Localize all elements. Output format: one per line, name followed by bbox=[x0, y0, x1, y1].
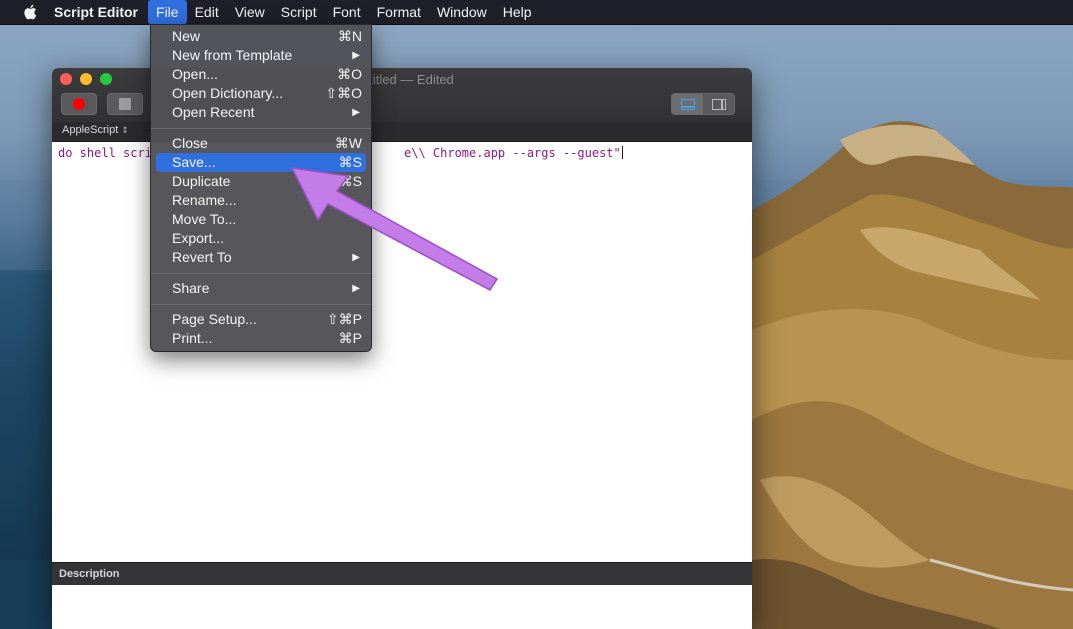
shortcut-label: ⌘O bbox=[337, 66, 362, 82]
apple-icon[interactable] bbox=[20, 4, 40, 20]
file-menu-dropdown: New ⌘N New from Template ▶ Open... ⌘O Op… bbox=[150, 24, 372, 352]
menu-item-open-dictionary[interactable]: Open Dictionary... ⇧⌘O bbox=[156, 84, 366, 103]
submenu-arrow-icon: ▶ bbox=[352, 252, 360, 263]
menu-item-export[interactable]: Export... bbox=[156, 229, 366, 248]
menu-item-open[interactable]: Open... ⌘O bbox=[156, 65, 366, 84]
menu-help[interactable]: Help bbox=[495, 0, 540, 24]
menu-window[interactable]: Window bbox=[429, 0, 495, 24]
menu-item-new-from-template[interactable]: New from Template ▶ bbox=[156, 46, 366, 65]
menu-item-page-setup[interactable]: Page Setup... ⇧⌘P bbox=[156, 310, 366, 329]
menu-item-label: Export... bbox=[172, 230, 225, 246]
menu-item-open-recent[interactable]: Open Recent ▶ bbox=[156, 103, 366, 122]
menu-item-label: Save... bbox=[172, 154, 216, 170]
menu-item-label: Share bbox=[172, 280, 210, 296]
menu-item-label: New from Template bbox=[172, 47, 293, 63]
menu-separator bbox=[151, 273, 371, 274]
menu-item-label: Open Dictionary... bbox=[172, 85, 284, 101]
bottom-panel-icon bbox=[680, 98, 695, 110]
stop-button[interactable] bbox=[107, 93, 143, 115]
language-selector[interactable]: AppleScript ⇕ bbox=[62, 124, 129, 136]
menu-item-label: Duplicate bbox=[172, 173, 231, 189]
shortcut-label: ⌘P bbox=[338, 330, 362, 346]
menu-item-close[interactable]: Close ⌘W bbox=[156, 134, 366, 153]
menu-item-label: Move To... bbox=[172, 211, 237, 227]
menu-item-rename[interactable]: Rename... bbox=[156, 191, 366, 210]
menu-format[interactable]: Format bbox=[369, 0, 429, 24]
menu-item-revert-to[interactable]: Revert To ▶ bbox=[156, 248, 366, 267]
code-line-visible-right: e\\ Chrome.app --args --guest" bbox=[404, 146, 623, 160]
menu-item-label: Page Setup... bbox=[172, 311, 257, 327]
minimize-window-button[interactable] bbox=[80, 73, 92, 85]
shortcut-label: ⇧⌘O bbox=[325, 85, 362, 101]
menu-item-move-to[interactable]: Move To... bbox=[156, 210, 366, 229]
description-label: Description bbox=[59, 568, 120, 580]
menu-item-duplicate[interactable]: Duplicate ⇧⌘S bbox=[156, 172, 366, 191]
menu-script[interactable]: Script bbox=[273, 0, 325, 24]
menu-view[interactable]: View bbox=[227, 0, 273, 24]
record-icon bbox=[73, 98, 85, 110]
menu-item-label: Open Recent bbox=[172, 104, 255, 120]
description-header: Description bbox=[52, 562, 752, 586]
menu-edit[interactable]: Edit bbox=[187, 0, 227, 24]
menu-item-share[interactable]: Share ▶ bbox=[156, 279, 366, 298]
submenu-arrow-icon: ▶ bbox=[352, 283, 360, 294]
menu-item-label: Print... bbox=[172, 330, 213, 346]
record-button[interactable] bbox=[61, 93, 97, 115]
language-label: AppleScript bbox=[62, 124, 119, 136]
menu-item-new[interactable]: New ⌘N bbox=[156, 27, 366, 46]
menu-item-label: Revert To bbox=[172, 249, 232, 265]
text-caret bbox=[621, 146, 623, 159]
updown-arrows-icon: ⇕ bbox=[121, 125, 129, 135]
menu-font[interactable]: Font bbox=[325, 0, 369, 24]
menu-item-label: Open... bbox=[172, 66, 218, 82]
menu-item-label: Close bbox=[172, 135, 208, 151]
shortcut-label: ⌘W bbox=[334, 135, 362, 151]
menu-separator bbox=[151, 304, 371, 305]
submenu-arrow-icon: ▶ bbox=[352, 107, 360, 118]
shortcut-label: ⌘S bbox=[338, 154, 362, 170]
show-log-button[interactable] bbox=[672, 94, 703, 114]
submenu-arrow-icon: ▶ bbox=[352, 50, 360, 61]
menu-item-print[interactable]: Print... ⌘P bbox=[156, 329, 366, 348]
close-window-button[interactable] bbox=[60, 73, 72, 85]
window-title: ntitled — Edited bbox=[362, 72, 454, 87]
menu-item-label: New bbox=[172, 28, 201, 44]
zoom-window-button[interactable] bbox=[100, 73, 112, 85]
shortcut-label: ⇧⌘P bbox=[326, 311, 362, 327]
side-panel-icon bbox=[711, 98, 726, 110]
app-name-menu[interactable]: Script Editor bbox=[54, 4, 138, 20]
show-sidebar-button[interactable] bbox=[703, 94, 734, 114]
description-field[interactable] bbox=[52, 585, 752, 629]
view-toggle bbox=[671, 93, 735, 115]
code-line-right-text: e\\ Chrome.app --args --guest" bbox=[404, 146, 621, 160]
shortcut-label: ⌘N bbox=[337, 28, 362, 44]
menu-item-save[interactable]: Save... ⌘S bbox=[156, 153, 366, 172]
menu-item-label: Rename... bbox=[172, 192, 237, 208]
menu-separator bbox=[151, 128, 371, 129]
stop-icon bbox=[119, 98, 131, 110]
shortcut-label: ⇧⌘S bbox=[326, 173, 362, 189]
menu-bar: Script Editor File Edit View Script Font… bbox=[0, 0, 1073, 25]
menu-file[interactable]: File bbox=[148, 0, 187, 24]
code-line-visible-left: do shell scri bbox=[58, 146, 152, 160]
